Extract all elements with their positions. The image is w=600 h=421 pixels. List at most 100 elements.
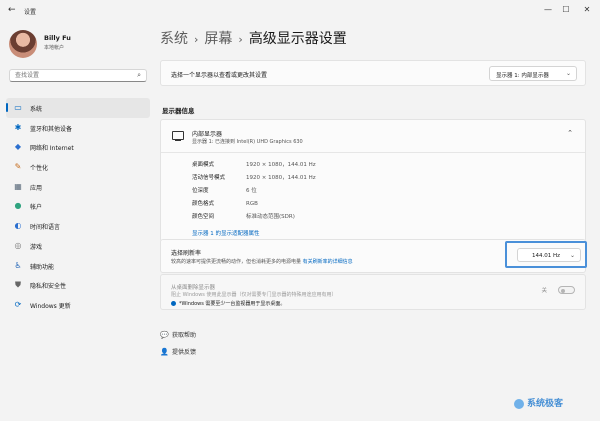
sidebar-item-gaming[interactable]: ◎ 游戏 — [6, 236, 150, 256]
help-chat-icon: 💬 — [160, 331, 169, 339]
watermark: 系统极客 — [514, 396, 563, 409]
breadcrumb-display[interactable]: 屏幕 — [204, 31, 232, 47]
sidebar-item-time-language[interactable]: ◐ 时间和语言 — [6, 216, 150, 236]
spec-value: 1920 × 1080，144.01 Hz — [246, 162, 316, 168]
breadcrumb-system[interactable]: 系统 — [160, 31, 188, 47]
sidebar-item-label: 应用 — [30, 184, 43, 192]
monitor-icon — [172, 131, 184, 141]
spec-value: 6 位 — [246, 188, 257, 194]
refresh-rate-title: 选择刷新率 — [171, 250, 202, 257]
spec-label: 桌面模式 — [192, 162, 215, 168]
spec-label: 位深度 — [192, 188, 209, 194]
search-icon[interactable]: ⌕ — [137, 71, 141, 80]
display-select-dropdown[interactable]: 显示器 1: 内部显示器 ⌄ — [489, 66, 577, 81]
sidebar-item-label: 隐私和安全性 — [30, 283, 67, 291]
search-box[interactable]: ⌕ — [9, 69, 147, 82]
sidebar: Billy Fu 本地帐户 ⌕ ▭ 系统 ✱ 蓝牙和其他设备 ◆ 网络和 Int… — [0, 22, 156, 421]
get-help-label: 获取帮助 — [172, 332, 197, 339]
display-select-value: 显示器 1: 内部显示器 — [496, 73, 549, 79]
back-arrow-icon[interactable]: ← — [8, 5, 16, 15]
title-bar: ← 设置 — ☐ ✕ — [0, 0, 600, 22]
divider — [161, 152, 585, 153]
info-icon — [171, 301, 176, 306]
sidebar-item-bluetooth[interactable]: ✱ 蓝牙和其他设备 — [6, 118, 150, 138]
sidebar-item-label: 系统 — [30, 106, 43, 113]
spec-row: 桌面模式 1920 × 1080，144.01 Hz — [192, 160, 316, 168]
breadcrumb-separator: › — [194, 33, 199, 46]
nav-list: ▭ 系统 ✱ 蓝牙和其他设备 ◆ 网络和 Internet ✎ 个性化 ▦ 应用… — [0, 98, 156, 315]
remove-display-note: *Windows 需要至少一台监视器用于显示桌面。 — [171, 300, 285, 307]
wifi-icon: ◆ — [14, 142, 22, 152]
sidebar-item-label: 网络和 Internet — [30, 145, 74, 153]
chevron-down-icon: ⌄ — [565, 70, 571, 77]
bluetooth-icon: ✱ — [14, 122, 22, 132]
feedback-label: 提供反馈 — [172, 349, 197, 356]
toggle-state-label: 关 — [541, 288, 547, 294]
sidebar-item-personalization[interactable]: ✎ 个性化 — [6, 157, 150, 177]
close-button[interactable]: ✕ — [575, 3, 599, 17]
spec-value: RGB — [246, 201, 258, 207]
sidebar-item-label: 游戏 — [30, 243, 43, 251]
person-icon: ● — [14, 201, 22, 211]
remove-display-title: 从桌面删除显示器 — [171, 285, 216, 291]
chevron-up-icon[interactable]: ⌃ — [567, 129, 573, 137]
spec-row: 位深度 6 位 — [192, 186, 257, 194]
app-title: 设置 — [24, 9, 37, 16]
monitor-name: 内部显示器 — [192, 131, 223, 138]
apps-icon: ▦ — [14, 181, 22, 191]
globe-clock-icon: ◐ — [14, 221, 22, 231]
monitor-icon: ▭ — [14, 103, 22, 112]
remove-display-note-text: *Windows 需要至少一台监视器用于显示桌面。 — [179, 301, 286, 307]
update-icon: ⟳ — [14, 299, 22, 309]
sidebar-item-label: 个性化 — [30, 165, 49, 173]
sidebar-item-system[interactable]: ▭ 系统 — [6, 98, 150, 118]
remove-display-desc: 阻止 Windows 使用此显示器（仅对需要专门显示器的特殊用途应用有用） — [171, 292, 337, 298]
spec-label: 颜色空间 — [192, 214, 215, 220]
sidebar-item-windows-update[interactable]: ⟳ Windows 更新 — [6, 295, 150, 315]
sidebar-item-label: 帐户 — [30, 204, 43, 212]
user-name: Billy Fu — [44, 34, 71, 42]
chevron-down-icon: ⌄ — [569, 252, 575, 259]
refresh-rate-desc: 较高的速率可提供更流畅的动作，但也消耗更多的电源电量 有关刷新率的详细信息 — [171, 258, 353, 265]
adapter-properties-link[interactable]: 显示器 1 的显示适配器属性 — [192, 229, 260, 237]
spec-value: 标准动态范围(SDR) — [246, 214, 295, 220]
feedback-person-icon: 👤 — [160, 348, 169, 356]
spec-row: 颜色空间 标准动态范围(SDR) — [192, 212, 295, 220]
watermark-logo-icon — [514, 398, 524, 409]
sidebar-item-accounts[interactable]: ● 帐户 — [6, 196, 150, 216]
spec-label: 活动信号模式 — [192, 175, 226, 181]
accessibility-icon: ♿ — [14, 260, 22, 270]
remove-display-toggle[interactable] — [558, 286, 575, 294]
sidebar-item-label: 蓝牙和其他设备 — [30, 125, 73, 133]
account-type: 本地帐户 — [44, 45, 65, 51]
spec-value: 1920 × 1080，144.01 Hz — [246, 175, 316, 181]
breadcrumb: 系统 › 屏幕 › 高级显示器设置 — [160, 28, 347, 48]
sidebar-item-privacy[interactable]: ⛊ 隐私和安全性 — [6, 275, 150, 295]
sidebar-item-network[interactable]: ◆ 网络和 Internet — [6, 137, 150, 157]
display-select-label: 选择一个显示器以查看或更改其设置 — [171, 72, 268, 79]
monitor-connection: 显示器 1: 已连接到 Intel(R) UHD Graphics 630 — [192, 139, 303, 145]
gamepad-icon: ◎ — [14, 240, 22, 250]
display-info-card: 内部显示器 显示器 1: 已连接到 Intel(R) UHD Graphics … — [160, 119, 586, 242]
display-select-card: 选择一个显示器以查看或更改其设置 显示器 1: 内部显示器 ⌄ — [160, 60, 586, 86]
refresh-rate-desc-text: 较高的速率可提供更流畅的动作，但也消耗更多的电源电量 — [171, 259, 302, 265]
refresh-rate-dropdown[interactable]: 144.01 Hz ⌄ — [517, 248, 581, 262]
spec-label: 颜色格式 — [192, 201, 215, 207]
search-input[interactable] — [10, 70, 125, 81]
refresh-rate-info-link[interactable]: 有关刷新率的详细信息 — [303, 259, 353, 265]
spec-row: 颜色格式 RGB — [192, 199, 258, 207]
spec-row: 活动信号模式 1920 × 1080，144.01 Hz — [192, 173, 316, 181]
get-help-link[interactable]: 💬 获取帮助 — [160, 330, 196, 339]
remove-display-card: 从桌面删除显示器 阻止 Windows 使用此显示器（仅对需要专门显示器的特殊用… — [160, 274, 586, 310]
shield-icon: ⛊ — [15, 280, 21, 290]
refresh-rate-value: 144.01 Hz — [532, 253, 561, 259]
sidebar-item-apps[interactable]: ▦ 应用 — [6, 177, 150, 197]
sidebar-item-accessibility[interactable]: ♿ 辅助功能 — [6, 256, 150, 276]
section-title-display-info: 显示器信息 — [162, 107, 195, 115]
breadcrumb-separator: › — [238, 33, 243, 46]
sidebar-item-label: Windows 更新 — [30, 302, 71, 310]
feedback-link[interactable]: 👤 提供反馈 — [160, 347, 196, 356]
avatar[interactable] — [9, 30, 37, 58]
sidebar-item-label: 时间和语言 — [30, 224, 61, 232]
brush-icon: ✎ — [14, 162, 22, 172]
